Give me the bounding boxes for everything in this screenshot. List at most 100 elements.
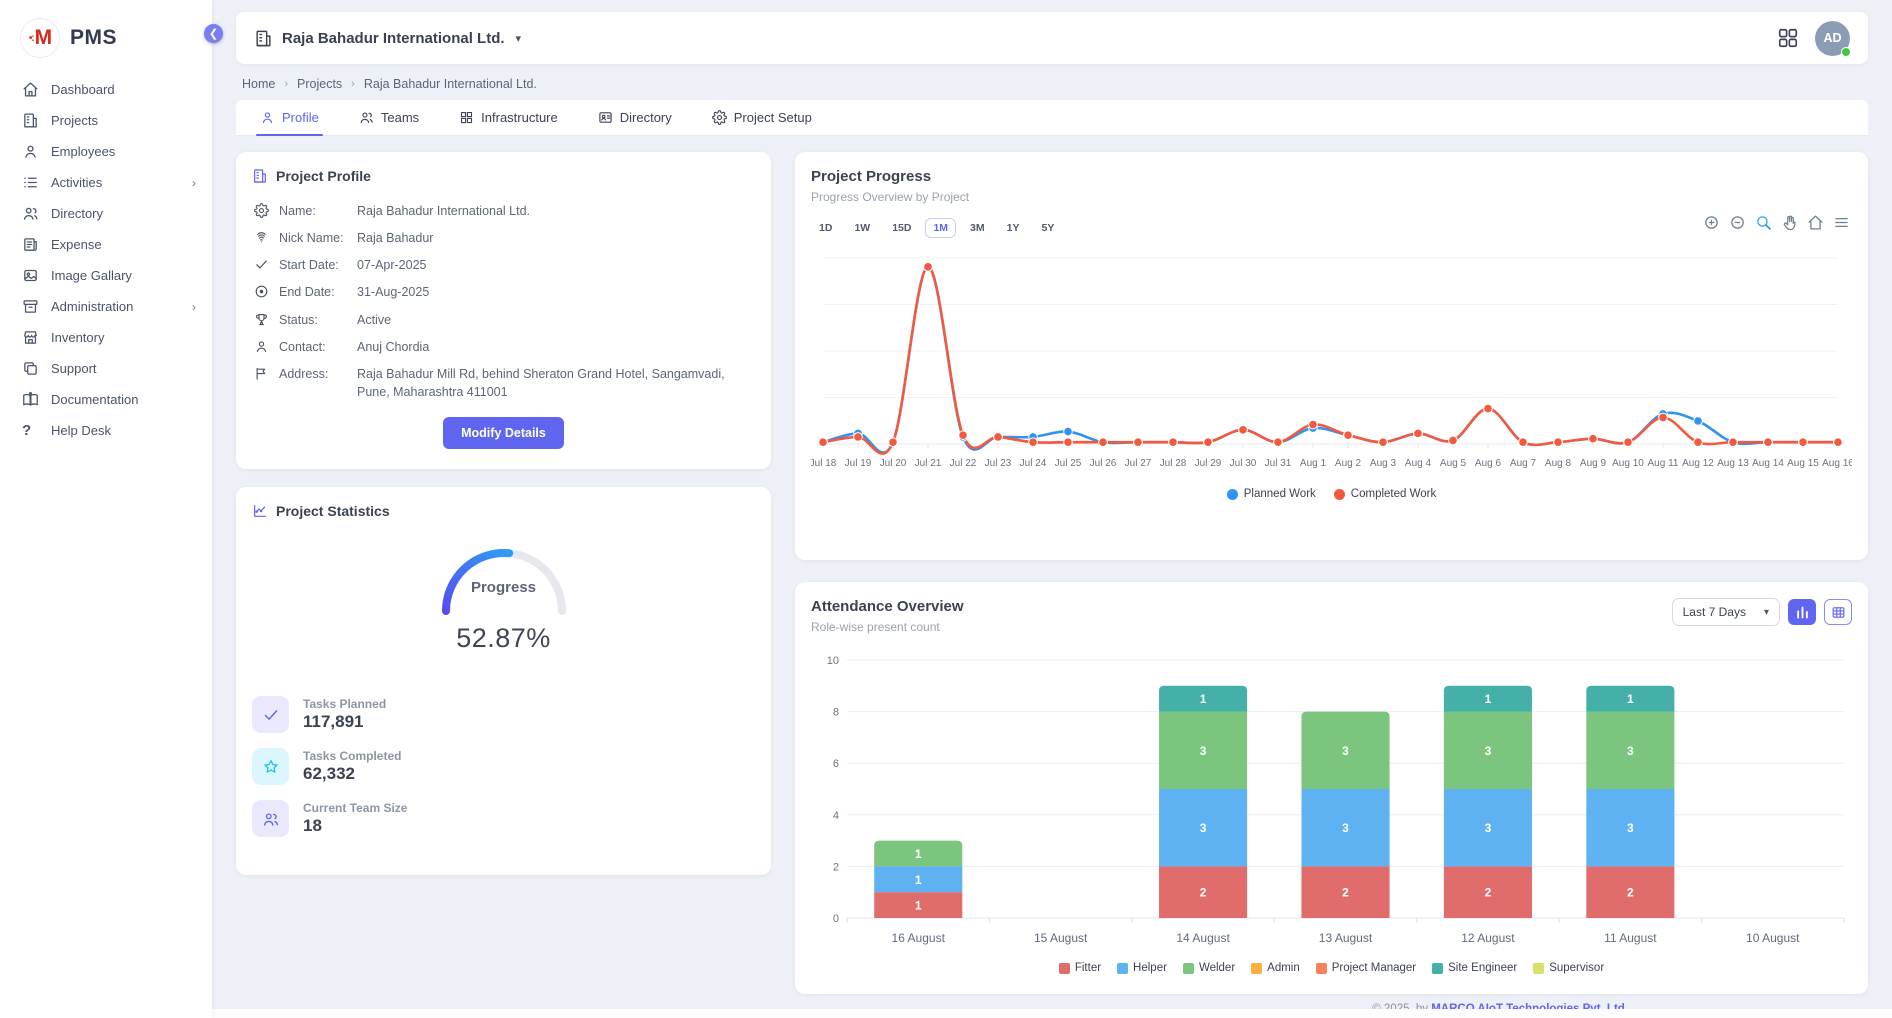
- sidebar-item-documentation[interactable]: Documentation: [0, 384, 212, 415]
- sidebar-item-inventory[interactable]: Inventory: [0, 322, 212, 353]
- archive-icon: [22, 298, 39, 315]
- list-icon: [22, 174, 39, 191]
- magnifier-icon[interactable]: [1755, 214, 1772, 231]
- field-label: Nick Name:: [279, 229, 357, 247]
- app-name: PMS: [70, 26, 117, 50]
- modify-details-button[interactable]: Modify Details: [443, 417, 564, 449]
- range-button-1d[interactable]: 1D: [811, 218, 840, 238]
- svg-text:Jul 18: Jul 18: [811, 458, 837, 469]
- sidebar-item-image-gallary[interactable]: Image Gallary: [0, 260, 212, 291]
- legend-item-completed-work[interactable]: Completed Work: [1334, 488, 1436, 500]
- grid-icon: [459, 110, 474, 125]
- zoom-out-icon[interactable]: [1729, 214, 1746, 231]
- idcard-icon: [598, 110, 613, 125]
- svg-text:4: 4: [833, 810, 839, 822]
- profile-fields: Name:Raja Bahadur International Ltd.Nick…: [252, 202, 755, 401]
- legend-item-supervisor[interactable]: Supervisor: [1533, 962, 1604, 974]
- range-button-1m[interactable]: 1M: [925, 218, 956, 238]
- pan-icon[interactable]: [1781, 214, 1798, 231]
- breadcrumb-projects[interactable]: Projects: [297, 77, 342, 91]
- company-selector[interactable]: Raja Bahadur International Ltd. ▾: [254, 29, 521, 48]
- svg-text:Aug 2: Aug 2: [1335, 458, 1362, 469]
- range-button-3m[interactable]: 3M: [962, 218, 993, 238]
- stat-label: Tasks Completed: [303, 749, 401, 763]
- apps-grid-icon[interactable]: [1777, 27, 1799, 49]
- range-button-5y[interactable]: 5Y: [1033, 218, 1062, 238]
- range-button-15d[interactable]: 15D: [884, 218, 919, 238]
- svg-text:Aug 12: Aug 12: [1682, 458, 1714, 469]
- logo-mark-icon: M: [20, 18, 60, 58]
- sidebar-menu: DashboardProjects Employees Activities›Dir…: [0, 74, 212, 446]
- legend-swatch: [1183, 963, 1194, 974]
- stat-item-tasks-completed: Tasks Completed62,332: [252, 748, 755, 785]
- svg-text:13 August: 13 August: [1319, 931, 1373, 945]
- app-logo[interactable]: M PMS: [0, 14, 212, 74]
- bar-chart-legend: Fitter Helper Welder Admin Project Manager Si…: [811, 962, 1852, 974]
- legend-item-site-engineer[interactable]: Site Engineer: [1432, 962, 1517, 974]
- svg-text:Jul 25: Jul 25: [1055, 458, 1082, 469]
- project-profile-card: Project Profile Name:Raja Bahadur Intern…: [236, 152, 771, 469]
- date-range-select[interactable]: Last 7 Days ▾: [1672, 598, 1780, 626]
- sidebar-item-directory[interactable]: Directory: [0, 198, 212, 229]
- svg-text:Jul 23: Jul 23: [985, 458, 1012, 469]
- tab-directory[interactable]: Directory: [598, 100, 672, 135]
- help-icon: ?: [22, 422, 39, 439]
- sidebar-item-projects[interactable]: Projects: [0, 105, 212, 136]
- gauge-label: Progress: [424, 579, 584, 596]
- stat-items: Tasks Planned117,891Tasks Completed62,33…: [252, 696, 755, 837]
- legend-label: Planned Work: [1244, 488, 1316, 500]
- legend-item-admin[interactable]: Admin: [1251, 962, 1300, 974]
- sidebar-item-activities[interactable]: Activities›: [0, 167, 212, 198]
- svg-text:2: 2: [833, 861, 839, 873]
- field-label: Name:: [279, 202, 357, 220]
- legend-swatch: [1251, 963, 1262, 974]
- user-avatar[interactable]: AD: [1815, 21, 1850, 56]
- svg-text:3: 3: [1627, 821, 1634, 835]
- sidebar-item-help-desk[interactable]: ?Help Desk: [0, 415, 212, 446]
- tab-project-setup[interactable]: Project Setup: [712, 100, 812, 135]
- menu-icon[interactable]: [1833, 214, 1850, 231]
- bar-view-button[interactable]: [1788, 599, 1816, 625]
- profile-field-contact: Contact:Anuj Chordia: [252, 338, 755, 356]
- gauge-value: 52.87%: [252, 623, 755, 654]
- breadcrumb-home[interactable]: Home: [242, 77, 275, 91]
- legend-item-welder[interactable]: Welder: [1183, 962, 1235, 974]
- legend-item-project-manager[interactable]: Project Manager: [1316, 962, 1416, 974]
- profile-field-status: Status:Active: [252, 311, 755, 329]
- legend-item-helper[interactable]: Helper: [1117, 962, 1167, 974]
- profile-field-nick-name: Nick Name:Raja Bahadur: [252, 229, 755, 247]
- sidebar-item-dashboard[interactable]: Dashboard: [0, 74, 212, 105]
- chevron-right-icon: ›: [192, 300, 196, 314]
- tab-infrastructure[interactable]: Infrastructure: [459, 100, 558, 135]
- attendance-card-title: Attendance Overview: [811, 598, 964, 615]
- gear-icon: [254, 203, 269, 218]
- tab-teams[interactable]: Teams: [359, 100, 419, 135]
- sidebar-collapse-button[interactable]: ❮: [204, 24, 223, 43]
- svg-text:2: 2: [1485, 886, 1492, 900]
- sidebar-item-support[interactable]: Support: [0, 353, 212, 384]
- project-progress-card: Project Progress Progress Overview by Pr…: [795, 152, 1868, 560]
- legend-item-planned-work[interactable]: Planned Work: [1227, 488, 1316, 500]
- svg-text:1: 1: [915, 899, 922, 913]
- svg-text:12 August: 12 August: [1461, 931, 1515, 945]
- tab-label: Profile: [282, 110, 319, 125]
- home-reset-icon[interactable]: [1807, 214, 1824, 231]
- sidebar-item-expense[interactable]: Expense: [0, 229, 212, 260]
- svg-text:2: 2: [1342, 886, 1349, 900]
- table-view-button[interactable]: [1824, 599, 1852, 625]
- svg-text:Aug 15: Aug 15: [1787, 458, 1819, 469]
- range-button-1w[interactable]: 1W: [846, 218, 878, 238]
- tab-profile[interactable]: Profile: [260, 100, 319, 135]
- sidebar-item-employees[interactable]: Employees: [0, 136, 212, 167]
- svg-text:6: 6: [833, 758, 839, 770]
- field-value: 31-Aug-2025: [357, 283, 747, 301]
- zoom-in-icon[interactable]: [1703, 214, 1720, 231]
- sidebar-item-administration[interactable]: Administration›: [0, 291, 212, 322]
- building-icon: [254, 29, 273, 48]
- svg-text:11 August: 11 August: [1604, 931, 1657, 945]
- sidebar-item-label: Image Gallary: [51, 268, 132, 283]
- sidebar-item-label: Employees: [51, 144, 115, 159]
- legend-item-fitter[interactable]: Fitter: [1059, 962, 1101, 974]
- range-button-1y[interactable]: 1Y: [999, 218, 1028, 238]
- person-icon: [254, 339, 269, 354]
